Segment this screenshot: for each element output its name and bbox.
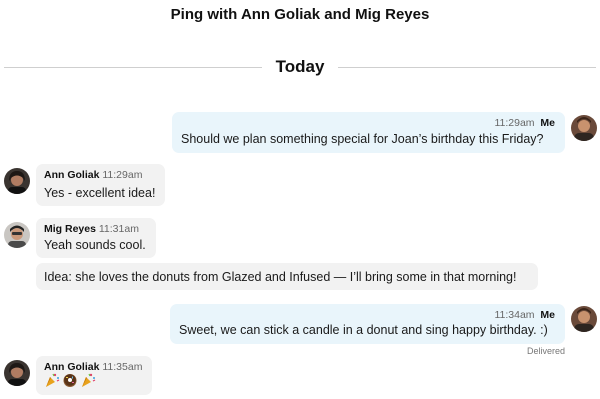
message-author: Me: [540, 117, 555, 129]
message-author: Mig Reyes: [44, 223, 96, 235]
message-text: Yes - excellent idea!: [44, 186, 156, 200]
message-text: Idea: she loves the donuts from Glazed a…: [44, 270, 517, 284]
date-divider: Today: [0, 57, 600, 77]
message-bubble-ann[interactable]: Ann Goliak 11:35am: [36, 356, 152, 395]
message-meta: 11:29am Me: [494, 117, 555, 129]
avatar-me[interactable]: [571, 115, 597, 141]
avatar-mig-reyes[interactable]: [4, 222, 30, 248]
emoji-row: [44, 372, 96, 393]
message-time: 11:35am: [102, 361, 143, 373]
message-time: 11:31am: [98, 223, 139, 235]
delivery-status: Delivered: [527, 346, 566, 356]
message-text: Sweet, we can stick a candle in a donut …: [179, 323, 548, 337]
party-popper-icon: [44, 372, 60, 393]
divider-line-right: [338, 67, 596, 68]
divider-line-left: [4, 67, 262, 68]
message-author: Ann Goliak: [44, 169, 100, 181]
date-label: Today: [275, 57, 325, 76]
message-time: 11:29am: [102, 169, 143, 181]
party-popper-icon: [80, 372, 96, 393]
message-time: 11:29am: [494, 117, 535, 129]
conversation-title: Ping with Ann Goliak and Mig Reyes: [170, 6, 430, 23]
message-bubble-mig-continued[interactable]: Idea: she loves the donuts from Glazed a…: [36, 263, 538, 290]
message-author: Me: [540, 309, 555, 321]
message-meta: Mig Reyes 11:31am: [44, 223, 139, 235]
message-meta: Ann Goliak 11:29am: [44, 169, 142, 181]
avatar-ann-goliak[interactable]: [4, 168, 30, 194]
message-text: Should we plan something special for Joa…: [181, 132, 544, 146]
message-time: 11:34am: [494, 309, 535, 321]
message-bubble-mig[interactable]: Mig Reyes 11:31am Yeah sounds cool.: [36, 218, 156, 258]
message-bubble-ann[interactable]: Ann Goliak 11:29am Yes - excellent idea!: [36, 164, 165, 206]
message-text: Yeah sounds cool.: [44, 238, 146, 252]
message-meta: 11:34am Me: [494, 309, 555, 321]
donut-icon: [62, 372, 78, 393]
message-bubble-me[interactable]: 11:34am Me Sweet, we can stick a candle …: [170, 304, 565, 344]
message-bubble-me[interactable]: 11:29am Me Should we plan something spec…: [172, 112, 565, 153]
avatar-me[interactable]: [571, 306, 597, 332]
avatar-ann-goliak[interactable]: [4, 360, 30, 386]
